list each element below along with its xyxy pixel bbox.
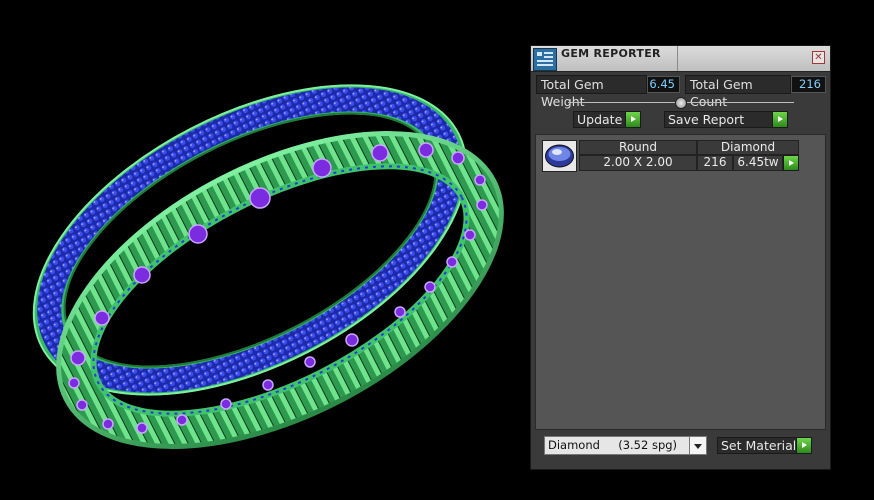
- total-gem-weight-value: 6.45: [647, 76, 680, 93]
- material-selected-value: Diamond (3.52 spg): [548, 438, 678, 452]
- set-material-button[interactable]: Set Material: [717, 437, 812, 454]
- gem-weight-cell: 6.45tw: [733, 155, 783, 171]
- 3d-viewport[interactable]: [0, 0, 530, 496]
- update-button[interactable]: Update: [573, 111, 641, 128]
- gem-count-cell: 216: [697, 155, 733, 171]
- bangle-ring-render: [32, 84, 504, 449]
- gem-reporter-panel: GEM REPORTER ✕ Total Gem Weight 6.45 Tot…: [530, 45, 831, 470]
- material-dropdown[interactable]: Diamond (3.52 spg): [544, 436, 707, 455]
- play-arrow-icon: [783, 156, 798, 170]
- play-arrow-icon: [772, 112, 787, 127]
- title-divider: [677, 46, 678, 71]
- row-select-button[interactable]: [783, 155, 799, 171]
- panel-title: GEM REPORTER: [561, 47, 661, 60]
- title-bar[interactable]: GEM REPORTER ✕: [531, 46, 830, 72]
- column-header-shape: Round: [579, 140, 697, 155]
- slider-handle[interactable]: [675, 97, 687, 109]
- round-gem-icon[interactable]: [542, 140, 577, 172]
- gem-list[interactable]: Round Diamond 2.00 X 2.00 216 6.45tw: [535, 134, 826, 430]
- column-header-material: Diamond: [697, 140, 799, 155]
- save-report-button[interactable]: Save Report: [664, 111, 788, 128]
- save-report-button-label: Save Report: [668, 112, 745, 127]
- total-gem-count-label: Total Gem Count: [685, 75, 791, 109]
- set-material-button-label: Set Material: [721, 438, 797, 453]
- play-arrow-icon: [625, 112, 640, 127]
- total-gem-count-value: 216: [791, 76, 826, 93]
- close-icon[interactable]: ✕: [812, 51, 825, 64]
- update-button-label: Update: [577, 112, 623, 127]
- gem-size-cell: 2.00 X 2.00: [579, 155, 697, 171]
- chevron-down-icon[interactable]: [689, 437, 706, 454]
- play-arrow-icon: [796, 438, 811, 453]
- gem-reporter-app-icon: [533, 48, 557, 71]
- total-gem-weight-label: Total Gem Weight: [536, 75, 647, 109]
